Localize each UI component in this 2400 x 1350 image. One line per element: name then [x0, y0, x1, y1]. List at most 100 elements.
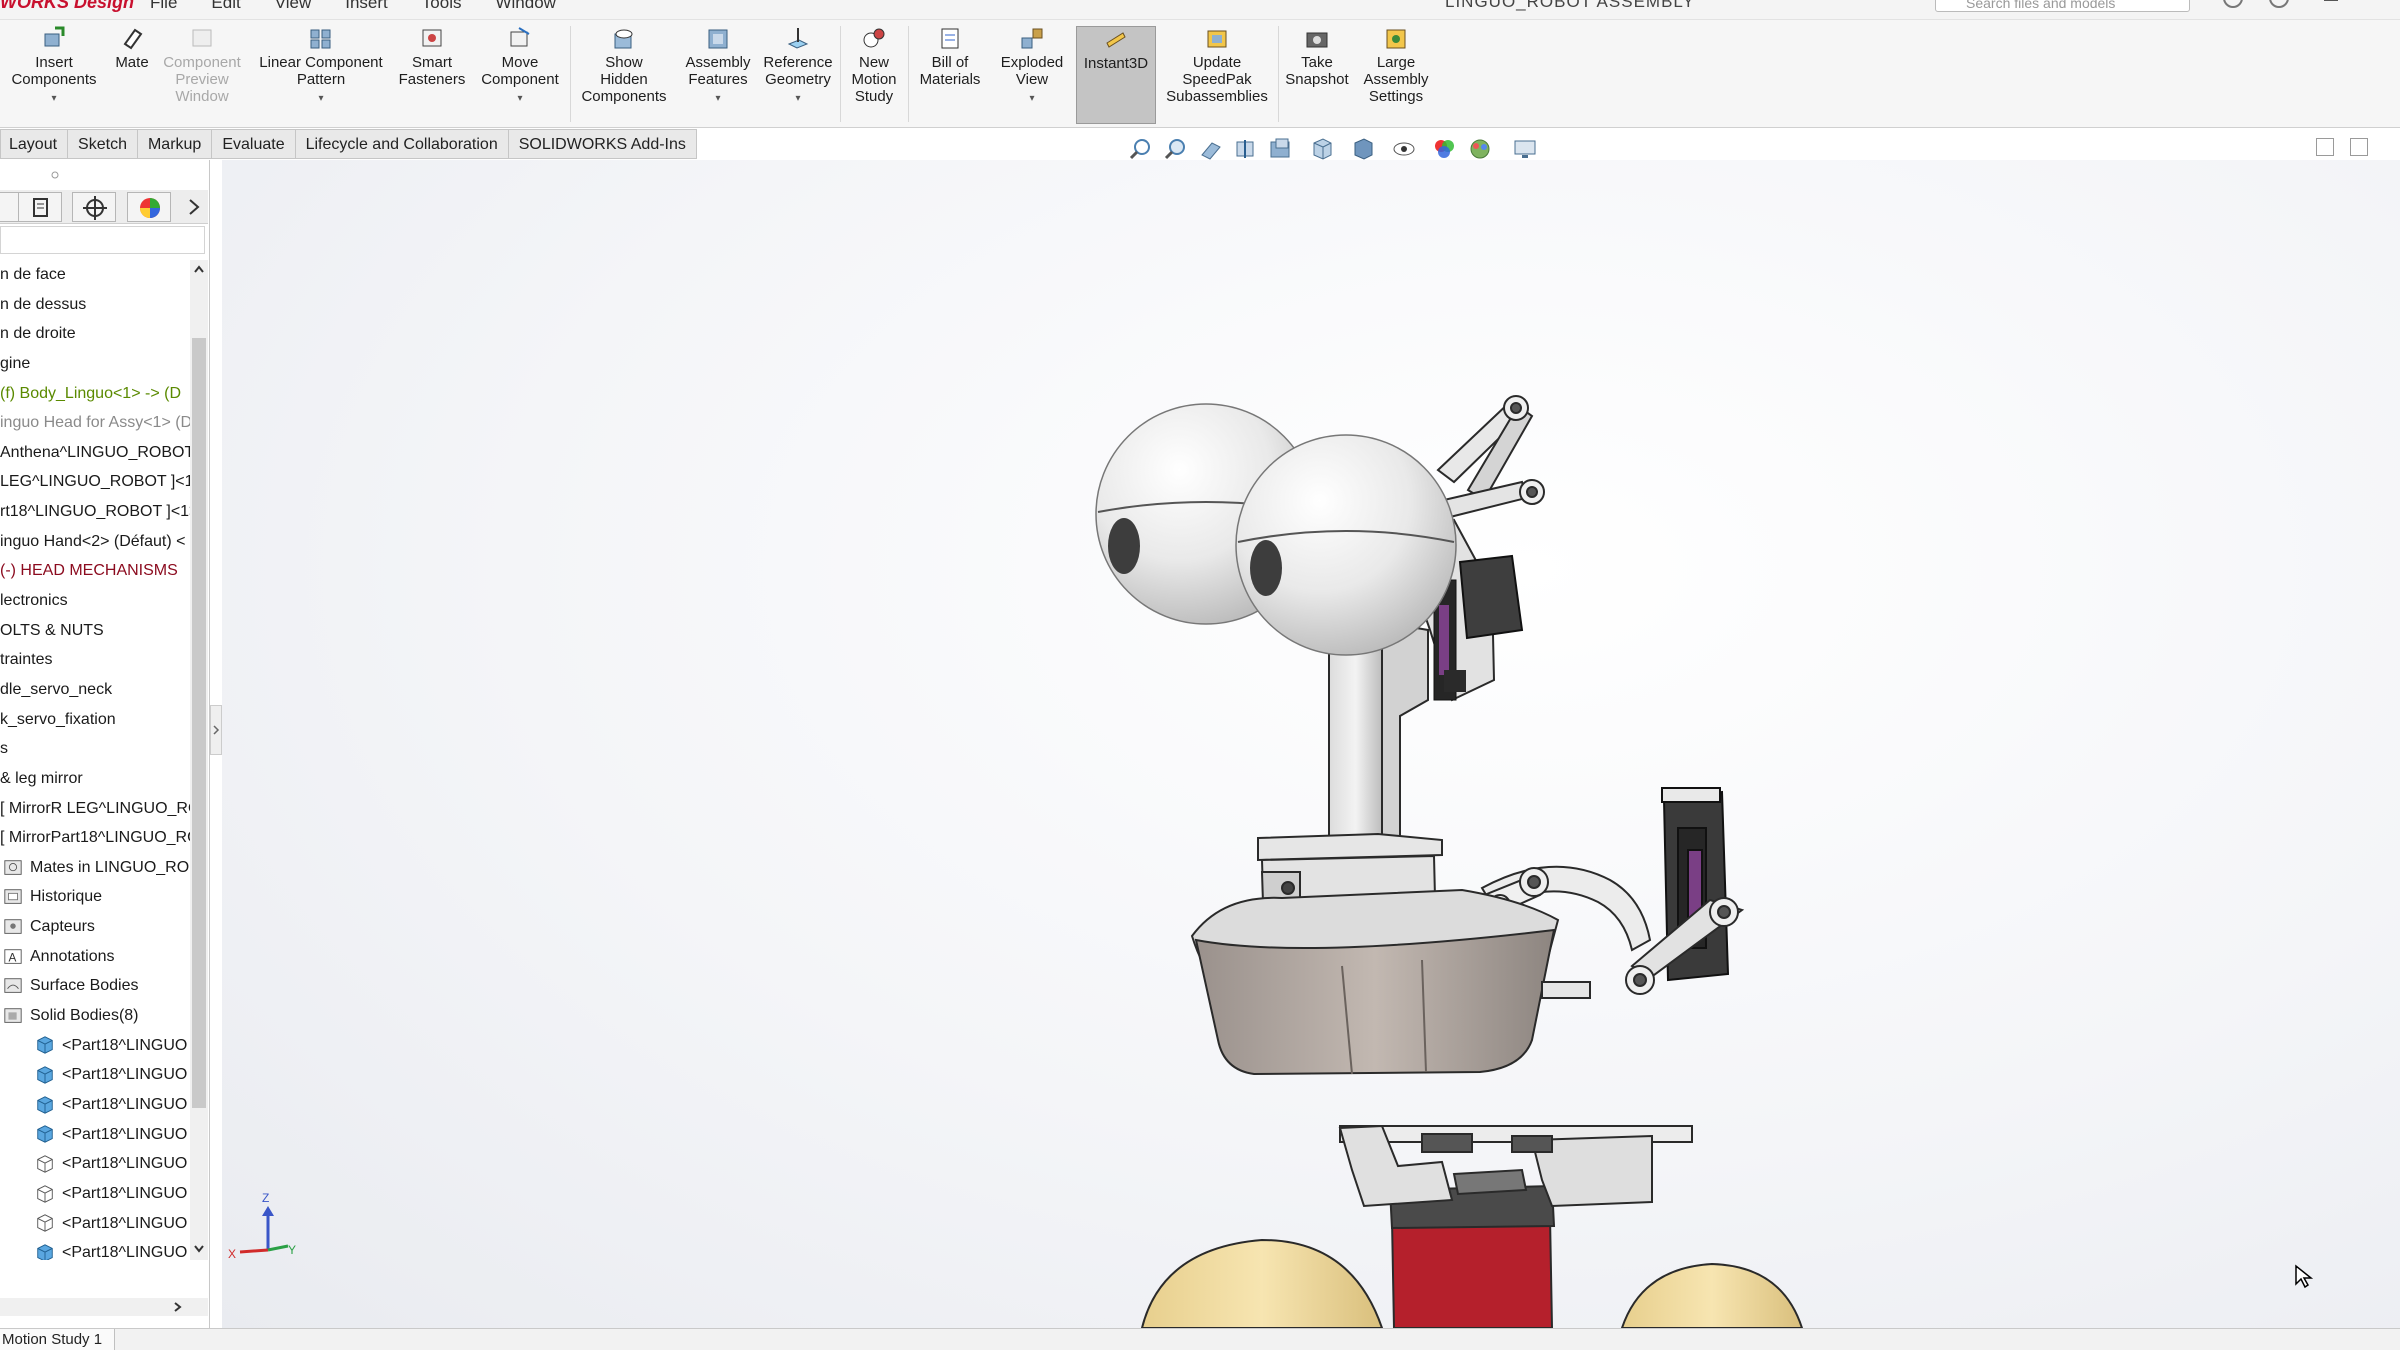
- tree-item[interactable]: <Part18^LINGUO: [0, 1120, 190, 1150]
- menu-tools[interactable]: Tools: [422, 0, 462, 12]
- tree-item[interactable]: <Part18^LINGUO: [0, 1090, 190, 1120]
- graphics-viewport[interactable]: Z X Y: [222, 160, 2400, 1328]
- dropdown-caret-icon[interactable]: ▾: [250, 90, 392, 107]
- tree-item[interactable]: LEG^LINGUO_ROBOT ]<1>: [0, 467, 190, 497]
- scroll-right-icon[interactable]: [170, 1300, 184, 1314]
- tree-vertical-scrollbar[interactable]: [190, 260, 208, 1260]
- tree-item[interactable]: OLTS & NUTS: [0, 616, 190, 646]
- tree-item[interactable]: [ MirrorR LEG^LINGUO_RO: [0, 794, 190, 824]
- tree-item[interactable]: <Part18^LINGUO: [0, 1060, 190, 1090]
- tree-item[interactable]: A Annotations: [0, 942, 190, 972]
- panel-grip-icon[interactable]: [50, 170, 60, 180]
- reference-geometry-button[interactable]: Reference Geometry ▾: [758, 26, 838, 124]
- dropdown-caret-icon[interactable]: ▾: [680, 90, 756, 107]
- tree-item[interactable]: Capteurs: [0, 912, 190, 942]
- tree-item[interactable]: <Part18^LINGUO: [0, 1238, 190, 1260]
- tree-item[interactable]: Solid Bodies(8): [0, 1001, 190, 1031]
- apply-scene-icon[interactable]: [1467, 137, 1493, 161]
- tree-item[interactable]: lectronics: [0, 586, 190, 616]
- tree-item[interactable]: & leg mirror: [0, 764, 190, 794]
- tree-item[interactable]: n de face: [0, 260, 190, 290]
- tree-item[interactable]: n de dessus: [0, 290, 190, 320]
- dropdown-caret-icon[interactable]: ▾: [992, 90, 1072, 107]
- search-input[interactable]: Search files and models: [1935, 0, 2190, 12]
- tree-item[interactable]: <Part18^LINGUO: [0, 1179, 190, 1209]
- tree-item[interactable]: <Part18^LINGUO: [0, 1149, 190, 1179]
- tree-item[interactable]: k_servo_fixation: [0, 705, 190, 735]
- tree-item[interactable]: <Part18^LINGUO: [0, 1209, 190, 1239]
- assembly-features-button[interactable]: Assembly Features ▾: [680, 26, 756, 124]
- bill-of-materials-button[interactable]: Bill of Materials: [910, 26, 990, 124]
- panel-splitter[interactable]: [210, 705, 222, 755]
- tab-solidworks-add-ins[interactable]: SOLIDWORKS Add-Ins: [508, 129, 697, 159]
- tree-item[interactable]: Anthena^LINGUO_ROBOT: [0, 438, 190, 468]
- show-hidden-button[interactable]: Show Hidden Components: [572, 26, 676, 124]
- help-icon[interactable]: [2264, 0, 2294, 14]
- property-manager-tab[interactable]: [18, 192, 62, 222]
- tree-item[interactable]: traintes: [0, 645, 190, 675]
- edit-appearance-icon[interactable]: [1432, 137, 1458, 161]
- dropdown-caret-icon[interactable]: ▾: [758, 90, 838, 107]
- display-manager-tab[interactable]: [127, 192, 171, 222]
- motion-study-button[interactable]: New Motion Study: [842, 26, 906, 124]
- tree-horizontal-scrollbar[interactable]: [0, 1298, 208, 1316]
- menu-file[interactable]: File: [150, 0, 177, 12]
- instant3d-button[interactable]: Instant3D: [1076, 26, 1156, 124]
- tree-item[interactable]: (-) HEAD MECHANISMS: [0, 556, 190, 586]
- tree-item[interactable]: rt18^LINGUO_ROBOT ]<1>: [0, 497, 190, 527]
- move-component-button[interactable]: Move Component ▾: [474, 26, 566, 124]
- view-settings-icon[interactable]: [1512, 137, 1538, 161]
- tree-item[interactable]: [ MirrorPart18^LINGUO_RO: [0, 823, 190, 853]
- tree-item[interactable]: n de droite: [0, 319, 190, 349]
- tree-item[interactable]: <Part18^LINGUO: [0, 1031, 190, 1061]
- dropdown-caret-icon[interactable]: ▾: [4, 90, 104, 107]
- menu-window[interactable]: Window: [495, 0, 555, 12]
- insert-components-button[interactable]: Insert Components ▾: [4, 26, 104, 124]
- menu-edit[interactable]: Edit: [211, 0, 240, 12]
- scroll-down-icon[interactable]: [192, 1242, 206, 1256]
- motion-study-tab[interactable]: Motion Study 1: [0, 1329, 116, 1350]
- exploded-view-button[interactable]: Exploded View ▾: [992, 26, 1072, 124]
- minimize-icon[interactable]: [2316, 0, 2346, 14]
- hide-show-items-icon[interactable]: [1391, 137, 1417, 161]
- mate-button[interactable]: Mate: [108, 26, 156, 124]
- smart-fasteners-button[interactable]: Smart Fasteners: [394, 26, 470, 124]
- tab-sketch[interactable]: Sketch: [68, 129, 138, 159]
- tree-item[interactable]: (f) Body_Linguo<1> -> (D: [0, 379, 190, 409]
- dropdown-caret-icon[interactable]: ▾: [474, 90, 566, 107]
- tree-item[interactable]: s: [0, 734, 190, 764]
- component-preview-button[interactable]: Component Preview Window: [156, 26, 248, 124]
- speedpak-button[interactable]: Update SpeedPak Subassemblies: [1160, 26, 1274, 124]
- dynamic-annotation-icon[interactable]: [1268, 137, 1294, 161]
- tree-item[interactable]: inguo Hand<2> (Défaut) <: [0, 527, 190, 557]
- scroll-up-icon[interactable]: [192, 262, 206, 276]
- menu-view[interactable]: View: [275, 0, 312, 12]
- chevron-right-icon[interactable]: [186, 198, 202, 216]
- zoom-to-area-icon[interactable]: [1163, 137, 1189, 161]
- tree-item[interactable]: Mates in LINGUO_ROBO: [0, 853, 190, 883]
- user-icon[interactable]: [2218, 0, 2248, 14]
- tile-vertical-icon[interactable]: [2350, 138, 2368, 156]
- tree-item[interactable]: Surface Bodies: [0, 971, 190, 1001]
- configuration-manager-tab[interactable]: [72, 192, 116, 222]
- tab-evaluate[interactable]: Evaluate: [212, 129, 296, 159]
- tree-item[interactable]: Historique: [0, 882, 190, 912]
- zoom-to-fit-icon[interactable]: [1128, 137, 1154, 161]
- section-view-icon[interactable]: [1233, 137, 1259, 161]
- large-assembly-button[interactable]: Large Assembly Settings: [1358, 26, 1434, 124]
- view-orientation-icon[interactable]: [1309, 137, 1335, 161]
- linear-pattern-button[interactable]: Linear Component Pattern ▾: [250, 26, 392, 124]
- tree-filter-input[interactable]: [0, 226, 205, 254]
- tree-item[interactable]: dle_servo_neck: [0, 675, 190, 705]
- tree-item[interactable]: inguo Head for Assy<1> (D: [0, 408, 190, 438]
- tree-item[interactable]: gine: [0, 349, 190, 379]
- menu-insert[interactable]: Insert: [345, 0, 388, 12]
- scrollbar-thumb[interactable]: [192, 338, 206, 1108]
- tab-layout[interactable]: Layout: [0, 129, 69, 159]
- snapshot-button[interactable]: Take Snapshot: [1280, 26, 1354, 124]
- tab-markup[interactable]: Markup: [137, 129, 213, 159]
- tab-lifecycle-and-collaboration[interactable]: Lifecycle and Collaboration: [295, 129, 509, 159]
- previous-view-icon[interactable]: [1198, 137, 1224, 161]
- tile-horizontal-icon[interactable]: [2316, 138, 2334, 156]
- display-style-icon[interactable]: [1350, 137, 1376, 161]
